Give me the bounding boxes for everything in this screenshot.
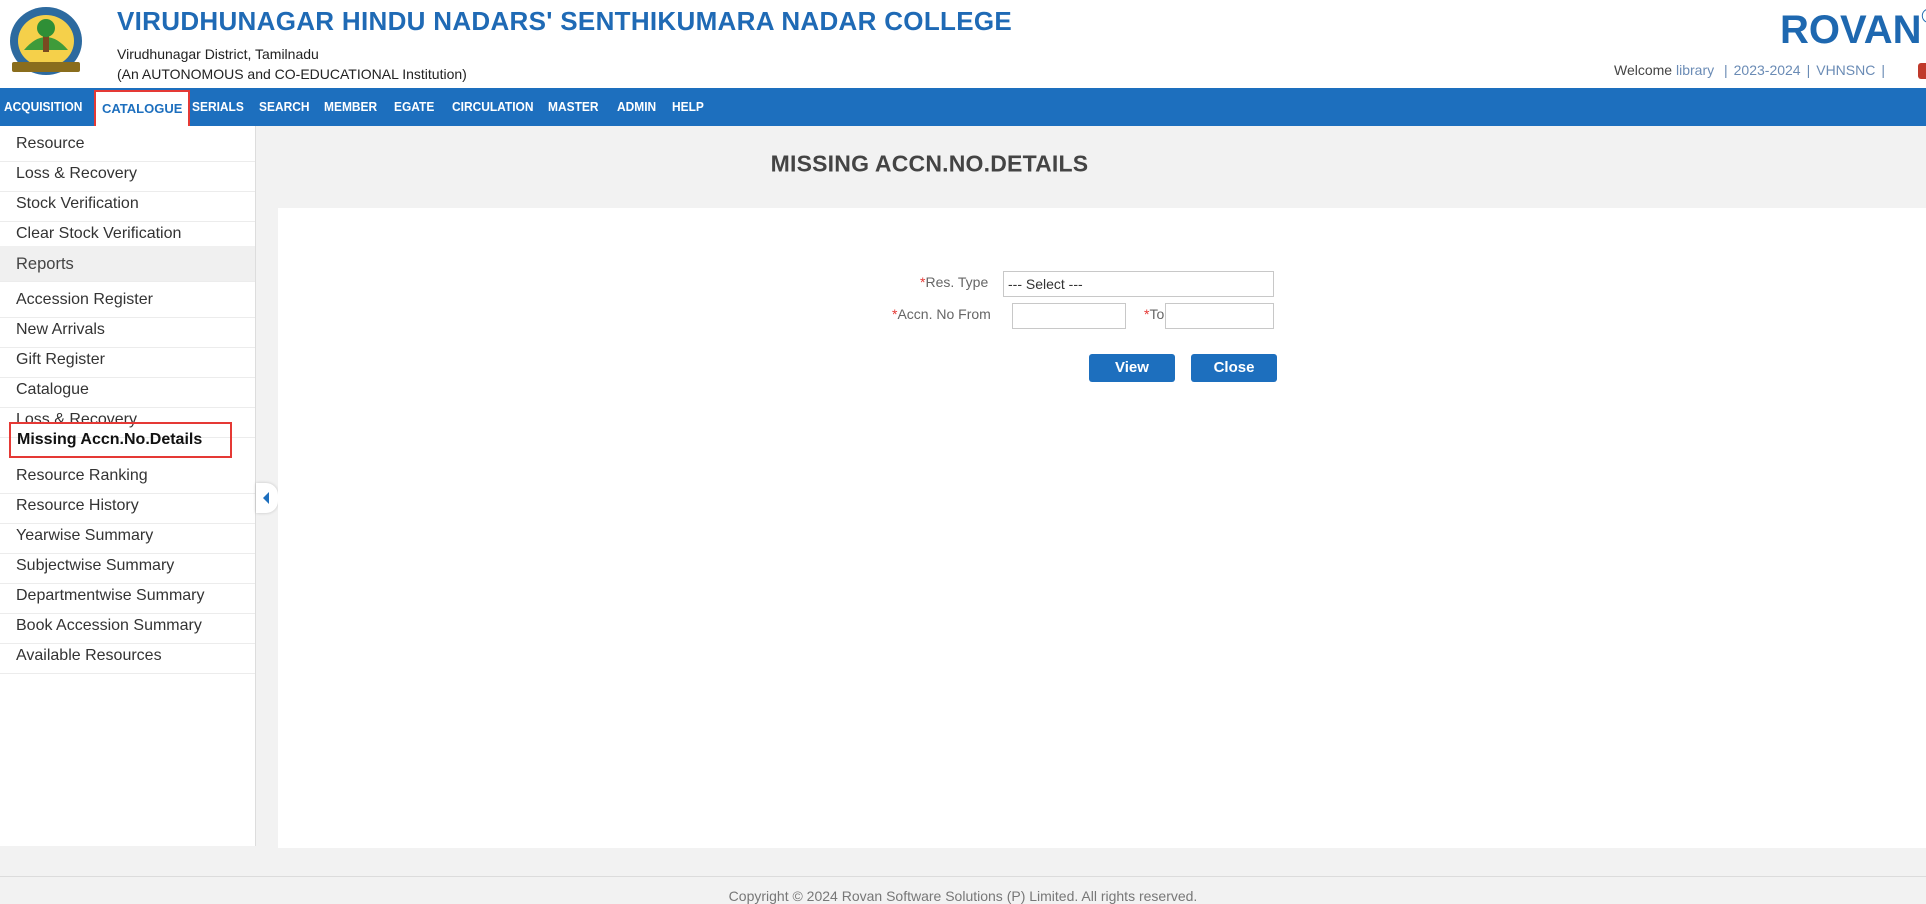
welcome-label: Welcome — [1614, 62, 1673, 78]
college-logo-icon — [6, 4, 86, 78]
nav-admin[interactable]: ADMIN — [617, 88, 656, 126]
sidebar-item-missing-accn-no-details[interactable]: Missing Accn.No.Details — [9, 422, 232, 458]
user-name-link[interactable]: library — [1676, 62, 1714, 78]
res-type-select[interactable]: --- Select --- — [1003, 271, 1274, 297]
accn-from-input[interactable] — [1012, 303, 1126, 329]
view-button[interactable]: View — [1089, 354, 1175, 382]
res-type-label: *Res. Type — [920, 274, 989, 290]
sidebar-collapse-button[interactable] — [256, 483, 278, 513]
accn-to-label: *To — [1144, 306, 1165, 322]
nav-acquisition[interactable]: ACQUISITION — [4, 88, 82, 126]
app-header: VIRUDHUNAGAR HINDU NADARS' SENTHIKUMARA … — [0, 0, 1926, 88]
sidebar: Resource Loss & Recovery Stock Verificat… — [0, 126, 256, 846]
logout-icon[interactable] — [1918, 63, 1926, 79]
separator: | — [1806, 62, 1811, 78]
footer: Copyright © 2024 Rovan Software Solution… — [0, 848, 1926, 904]
brand-registered-mark: ® — [1921, 6, 1926, 28]
nav-serials[interactable]: SERIALS — [192, 88, 244, 126]
nav-circulation[interactable]: CIRCULATION — [452, 88, 534, 126]
sidebar-section-reports: Reports — [0, 246, 255, 282]
academic-year[interactable]: 2023-2024 — [1734, 62, 1801, 78]
form-panel: *Res. Type --- Select --- *Accn. No From… — [278, 208, 1926, 848]
footer-divider — [0, 876, 1926, 877]
nav-catalogue[interactable]: CATALOGUE — [94, 90, 191, 128]
college-description: (An AUTONOMOUS and CO-EDUCATIONAL Instit… — [117, 66, 467, 82]
brand-logo: ROVAN® — [1780, 6, 1926, 53]
main-nav: ACQUISITION CATALOGUE SERIALS SEARCH MEM… — [0, 88, 1926, 128]
page-title: MISSING ACCN.NO.DETAILS — [770, 150, 1089, 177]
copyright-text: Copyright © 2024 Rovan Software Solution… — [728, 888, 1198, 904]
nav-member[interactable]: MEMBER — [324, 88, 377, 126]
separator: | — [1881, 62, 1885, 78]
sidebar-item-available-resources[interactable]: Available Resources — [0, 638, 255, 674]
nav-egate[interactable]: EGATE — [394, 88, 434, 126]
accn-to-input[interactable] — [1165, 303, 1274, 329]
nav-search[interactable]: SEARCH — [259, 88, 310, 126]
nav-master[interactable]: MASTER — [548, 88, 598, 126]
brand-name: ROVAN — [1780, 8, 1922, 52]
accn-from-label: *Accn. No From — [892, 306, 991, 322]
welcome-bar: Welcome library | 2023-2024 | VHNSNC | — [1614, 62, 1891, 78]
page-title-bar: MISSING ACCN.NO.DETAILS — [257, 126, 1926, 208]
institution-code[interactable]: VHNSNC — [1816, 62, 1875, 78]
close-button[interactable]: Close — [1191, 354, 1277, 382]
nav-help[interactable]: HELP — [672, 88, 704, 126]
college-name: VIRUDHUNAGAR HINDU NADARS' SENTHIKUMARA … — [117, 6, 1012, 36]
separator: | — [1724, 62, 1728, 78]
college-location: Virudhunagar District, Tamilnadu — [117, 46, 319, 62]
caret-left-icon — [263, 492, 269, 504]
